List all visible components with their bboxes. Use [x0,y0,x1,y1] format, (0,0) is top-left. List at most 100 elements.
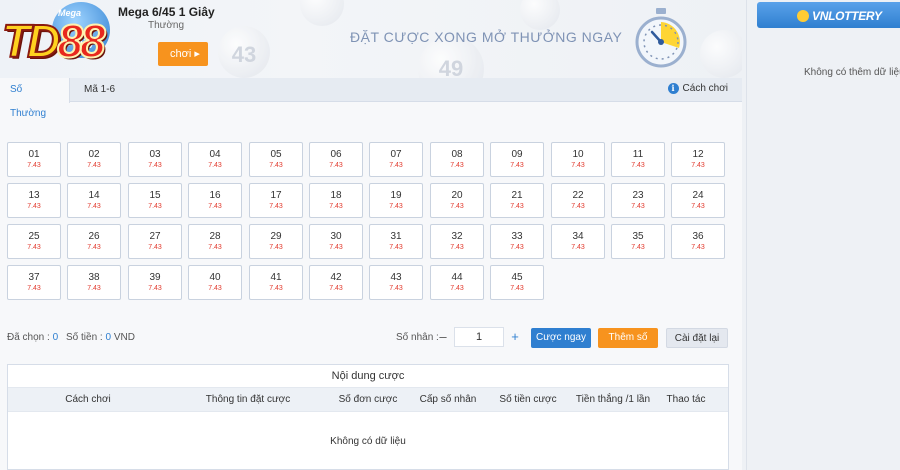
number-odds: 7.43 [631,162,645,169]
number-value: 13 [28,190,40,201]
tab-ma-1-6[interactable]: Mã 1-6 [74,78,125,102]
number-cell[interactable]: 27 7.43 [128,224,182,259]
number-cell[interactable]: 13 7.43 [7,183,61,218]
number-odds: 7.43 [27,285,41,292]
number-value: 31 [390,231,402,242]
number-cell[interactable]: 18 7.43 [309,183,363,218]
number-cell[interactable]: 05 7.43 [249,142,303,177]
number-odds: 7.43 [450,203,464,210]
reset-button[interactable]: Cài đặt lại [666,328,728,348]
number-cell[interactable]: 11 7.43 [611,142,665,177]
number-cell[interactable]: 20 7.43 [430,183,484,218]
number-cell[interactable]: 14 7.43 [67,183,121,218]
main-panel: 43 49 Mega 1 Giây TD88 Mega 6/45 1 Giây … [0,0,742,470]
tab-so-thuong[interactable]: Số Thường [0,78,70,119]
column-header: Thao tác [666,394,706,405]
number-value: 24 [692,190,704,201]
number-cell[interactable]: 24 7.43 [671,183,725,218]
number-cell[interactable]: 29 7.43 [249,224,303,259]
number-cell[interactable]: 32 7.43 [430,224,484,259]
number-value: 19 [390,190,402,201]
number-cell[interactable]: 22 7.43 [551,183,605,218]
number-value: 01 [28,149,40,160]
number-cell[interactable]: 43 7.43 [369,265,423,300]
number-value: 04 [209,149,221,160]
number-value: 18 [330,190,342,201]
number-cell[interactable]: 45 7.43 [490,265,544,300]
number-odds: 7.43 [631,244,645,251]
number-value: 26 [88,231,100,242]
number-odds: 7.43 [87,203,101,210]
game-subtitle: Thường [148,20,185,31]
number-cell[interactable]: 15 7.43 [128,183,182,218]
tab-bar: Số Thường Mã 1-6 i Cách chơi [0,78,742,119]
game-title: Mega 6/45 1 Giây [118,5,215,19]
number-value: 33 [511,231,523,242]
column-header: Số tiền cược [499,394,557,405]
number-cell[interactable]: 09 7.43 [490,142,544,177]
multiplier-decrease-button[interactable]: – [434,327,452,347]
number-cell[interactable]: 25 7.43 [7,224,61,259]
play-button-label: chơi [170,48,192,60]
number-cell[interactable]: 30 7.43 [309,224,363,259]
number-odds: 7.43 [510,162,524,169]
number-odds: 7.43 [148,285,162,292]
number-cell[interactable]: 06 7.43 [309,142,363,177]
number-cell[interactable]: 31 7.43 [369,224,423,259]
number-cell[interactable]: 36 7.43 [671,224,725,259]
number-odds: 7.43 [510,203,524,210]
number-cell[interactable]: 28 7.43 [188,224,242,259]
number-cell[interactable]: 40 7.43 [188,265,242,300]
bet-amount-value: 0 [105,332,112,343]
number-cell[interactable]: 35 7.43 [611,224,665,259]
bet-controls: Đã chọn : 0 Số tiền : 0 VND Số nhân : – … [0,324,742,354]
number-cell[interactable]: 07 7.43 [369,142,423,177]
number-cell[interactable]: 34 7.43 [551,224,605,259]
number-cell[interactable]: 04 7.43 [188,142,242,177]
number-value: 45 [511,272,523,283]
bet-now-button[interactable]: Cược ngay [531,328,591,348]
number-cell[interactable]: 03 7.43 [128,142,182,177]
number-cell[interactable]: 39 7.43 [128,265,182,300]
number-cell[interactable]: 26 7.43 [67,224,121,259]
number-odds: 7.43 [148,244,162,251]
number-value: 16 [209,190,221,201]
number-value: 17 [270,190,282,201]
number-cell[interactable]: 44 7.43 [430,265,484,300]
number-cell[interactable]: 02 7.43 [67,142,121,177]
number-cell[interactable]: 12 7.43 [671,142,725,177]
how-to-play-label: Cách chơi [682,83,728,94]
column-header: Thông tin đặt cược [205,394,291,405]
multiplier-increase-button[interactable]: + [506,327,524,347]
play-button[interactable]: chơi ▸ [158,42,208,66]
number-cell[interactable]: 10 7.43 [551,142,605,177]
number-cell[interactable]: 16 7.43 [188,183,242,218]
number-odds: 7.43 [87,285,101,292]
number-value: 02 [88,149,100,160]
number-cell[interactable]: 37 7.43 [7,265,61,300]
how-to-play-link[interactable]: i Cách chơi [667,83,728,94]
number-odds: 7.43 [27,244,41,251]
number-cell[interactable]: 23 7.43 [611,183,665,218]
number-cell[interactable]: 21 7.43 [490,183,544,218]
brand-wordmark: TD88 [1,14,107,68]
number-cell[interactable]: 01 7.43 [7,142,61,177]
number-value: 27 [149,231,161,242]
number-cell[interactable]: 17 7.43 [249,183,303,218]
right-panel-empty: Không có thêm dữ liệu [804,67,900,78]
number-odds: 7.43 [269,285,283,292]
bet-table-title: Nội dung cược [8,365,728,388]
multiplier-input[interactable]: 1 [454,327,504,347]
number-cell[interactable]: 41 7.43 [249,265,303,300]
number-cell[interactable]: 08 7.43 [430,142,484,177]
add-number-button[interactable]: Thêm số [598,328,658,348]
number-odds: 7.43 [208,244,222,251]
number-cell[interactable]: 19 7.43 [369,183,423,218]
number-value: 07 [390,149,402,160]
number-odds: 7.43 [389,285,403,292]
number-odds: 7.43 [148,162,162,169]
number-cell[interactable]: 42 7.43 [309,265,363,300]
number-value: 42 [330,272,342,283]
number-cell[interactable]: 33 7.43 [490,224,544,259]
number-cell[interactable]: 38 7.43 [67,265,121,300]
